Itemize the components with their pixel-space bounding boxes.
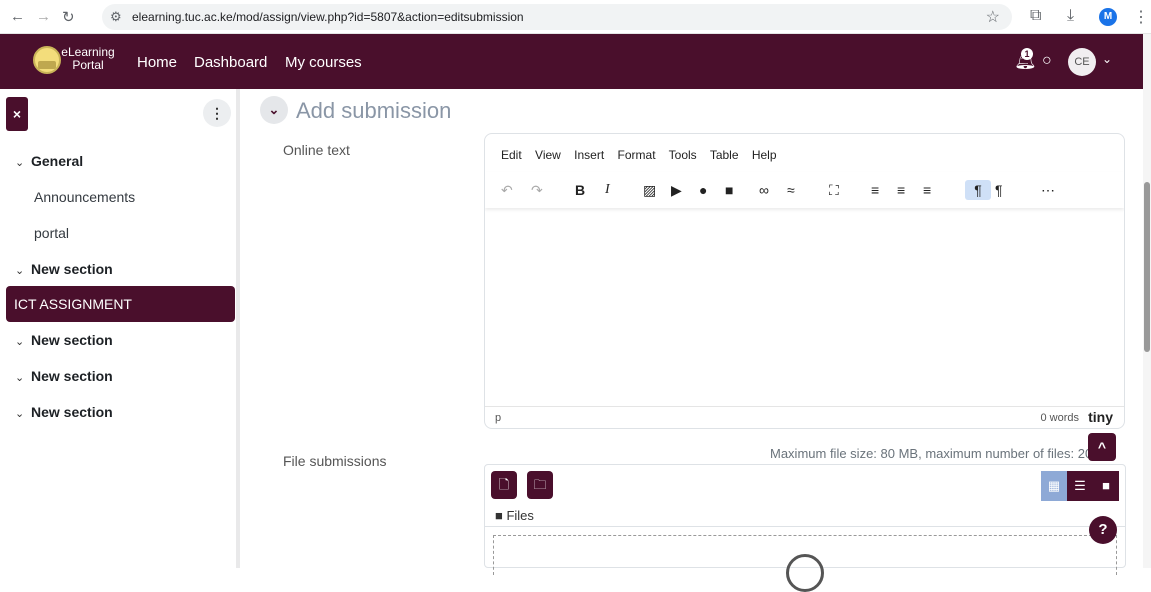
course-index-drawer: × ⋮ ⌄ General Announcements portal ⌄ New s… [0,89,240,568]
folder-icon: ■ [495,508,507,523]
reload-icon[interactable]: ↻ [62,8,75,26]
menu-help[interactable]: Help [752,148,777,162]
address-bar[interactable]: ⚙ elearning.tuc.ac.ke/mod/assign/view.ph… [102,4,1012,30]
more-options-button[interactable]: ⋮ [203,99,231,127]
image-icon[interactable]: ▨ [643,180,656,200]
browser-profile-avatar[interactable]: M [1099,8,1117,26]
undo-icon[interactable]: ↶ [501,180,513,200]
view-icons-icon[interactable]: ▦ [1041,471,1067,501]
messages-icon[interactable]: ○ [1042,52,1052,70]
sidebar-item-announcements[interactable]: Announcements [0,189,236,205]
help-button[interactable]: ? [1089,516,1117,544]
download-icon[interactable]: ⤓ [1067,7,1074,25]
menu-edit[interactable]: Edit [501,148,522,162]
site-info-icon[interactable]: ⚙ [110,9,122,25]
sidebar-section[interactable]: ⌄ New section [0,404,236,420]
file-dropzone[interactable] [493,535,1117,592]
file-submissions-label: File submissions [283,453,387,469]
browser-menu-icon[interactable]: ⋮ [1133,7,1149,27]
editor-menubar: Edit View Insert Format Tools Table Help [501,148,787,162]
chevron-down-icon: ⌄ [15,265,25,277]
link-icon[interactable]: ∞ [759,180,769,200]
notification-badge: 1 [1021,48,1033,60]
chevron-down-icon: ⌄ [15,408,25,420]
page-title: Add submission [296,98,452,123]
sidebar-section[interactable]: ⌄ New section [0,261,236,277]
chevron-down-icon: ⌄ [15,372,25,384]
collapse-section-button[interactable]: ⌄ [260,96,288,124]
url-text: elearning.tuc.ac.ke/mod/assign/view.php?… [132,10,524,24]
align-right-icon[interactable]: ≡ [923,180,931,200]
sidebar-item-ict-assignment[interactable]: ICT ASSIGNMENT [6,286,235,322]
view-tree-icon[interactable]: ■ [1093,471,1119,501]
browser-toolbar: ← → ↻ ⚙ elearning.tuc.ac.ke/mod/assign/v… [0,0,1151,34]
bookmark-star-icon[interactable]: ☆ [986,7,1000,27]
editor-content-area[interactable] [485,210,1124,406]
editor-statusbar: p 0 words tiny [485,406,1124,428]
divider [485,526,1125,527]
chevron-down-icon: ⌄ [15,157,25,169]
logo-text[interactable]: eLearning Portal [60,46,116,72]
menu-tools[interactable]: Tools [669,148,697,162]
menu-format[interactable]: Format [618,148,656,162]
back-icon[interactable]: ← [10,8,25,25]
media-icon[interactable]: ▶ [671,180,682,200]
max-file-info: Maximum file size: 80 MB, maximum number… [770,446,1093,461]
close-drawer-button[interactable]: × [6,97,28,131]
sidebar-section[interactable]: ⌄ New section [0,368,236,384]
back-to-top-button[interactable]: ^ [1088,433,1116,461]
page-scrollbar[interactable] [1143,34,1151,568]
sidebar-section[interactable]: ⌄ New section [0,332,236,348]
record-audio-icon[interactable]: ● [699,180,707,200]
sidebar-section[interactable]: ⌄ General [0,153,236,169]
record-video-icon[interactable]: ■ [725,180,733,200]
chevron-down-icon: ⌄ [15,336,25,348]
user-avatar[interactable]: CE [1068,48,1096,76]
italic-icon[interactable]: I [605,180,610,200]
element-path[interactable]: p [495,412,501,424]
more-toolbar-icon[interactable]: ⋯ [1041,180,1055,200]
portal-logo[interactable] [33,46,61,74]
scrollbar-thumb[interactable] [1144,182,1150,352]
add-file-button[interactable]: 🗋︎ [491,471,517,499]
chevron-down-icon[interactable]: ⌄ [1102,52,1112,66]
nav-home[interactable]: Home [137,54,177,71]
align-left-icon[interactable]: ≡ [871,180,879,200]
redo-icon[interactable]: ↷ [531,180,543,200]
rtl-icon[interactable]: ¶ [995,180,1003,200]
tiny-brand-logo[interactable]: tiny [1088,409,1113,425]
file-manager: 🗋︎ 🗀︎ ▦ ☰ ■ ■ Files [484,464,1126,592]
menu-view[interactable]: View [535,148,561,162]
fullscreen-icon[interactable]: ⛶ [829,180,839,200]
nav-dashboard[interactable]: Dashboard [194,54,267,71]
create-folder-button[interactable]: 🗀︎ [527,471,553,499]
bold-icon[interactable]: B [575,180,585,200]
menu-insert[interactable]: Insert [574,148,604,162]
upload-icon [786,554,824,592]
extensions-icon[interactable]: ⧉ [1030,7,1041,25]
ltr-icon[interactable]: ¶ [965,180,991,200]
editor-toolbar: ↶ ↷ B I ▨ ▶ ● ■ ∞ ≈ ⛶ ≡ ≡ ≡ ¶ ¶ ⋯ [485,172,1124,208]
site-navbar: eLearning Portal Home Dashboard My cours… [0,34,1143,89]
align-center-icon[interactable]: ≡ [897,180,905,200]
nav-my-courses[interactable]: My courses [285,54,362,71]
unlink-icon[interactable]: ≈ [787,180,795,200]
word-count[interactable]: 0 words [1040,412,1079,424]
folder-path[interactable]: ■ Files [495,508,534,523]
rich-text-editor: Edit View Insert Format Tools Table Help… [484,133,1125,429]
menu-table[interactable]: Table [710,148,739,162]
sidebar-item-portal[interactable]: portal [0,225,236,241]
online-text-label: Online text [283,142,350,158]
view-details-icon[interactable]: ☰ [1067,471,1093,501]
forward-icon[interactable]: → [36,8,51,25]
